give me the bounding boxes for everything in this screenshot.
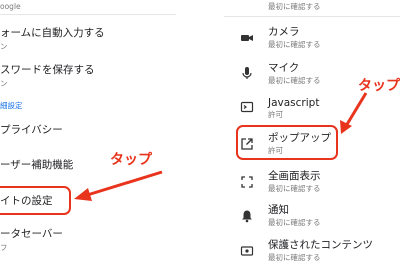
item-title: ォームに自動入力する bbox=[0, 27, 105, 39]
item-sub: 最初に確認する bbox=[268, 40, 321, 49]
tap-annotation-left: タップ bbox=[110, 152, 152, 168]
item-sub: 許可 bbox=[268, 110, 283, 119]
item-title: ーザー補助機能 bbox=[0, 159, 74, 171]
divider bbox=[0, 14, 176, 15]
item-title: 全画面表示 bbox=[268, 170, 321, 182]
item-sub: 最初に確認する bbox=[268, 76, 321, 85]
item-sub: ン bbox=[0, 79, 8, 88]
arrow-annotation-left bbox=[74, 170, 163, 201]
item-sub: 最初に確認する bbox=[268, 253, 321, 262]
item-sub: ン bbox=[0, 42, 8, 51]
item-sub: 最初に確認する bbox=[268, 184, 321, 193]
protected-content-icon bbox=[240, 244, 254, 258]
section-header-advanced: 細設定 bbox=[0, 101, 23, 110]
item-title: プライバシー bbox=[0, 124, 63, 136]
item-sub: フ bbox=[0, 243, 8, 252]
item-title: マイク bbox=[268, 62, 300, 74]
item-sub: 最初に確認する bbox=[268, 218, 321, 227]
item-title: 保護されたコンテンツ bbox=[268, 239, 373, 251]
bell-icon bbox=[240, 209, 254, 223]
mic-icon bbox=[240, 66, 254, 80]
camera-icon bbox=[240, 31, 254, 45]
arrow-annotation-right bbox=[340, 92, 368, 134]
top-sub: 最初に確認する bbox=[268, 2, 321, 11]
top-text: oogle bbox=[0, 2, 21, 11]
item-title: スワードを保存する bbox=[0, 64, 95, 76]
left-settings-panel: oogle ォームに自動入力する ン スワードを保存する ン 細設定 プライバシ… bbox=[0, 0, 176, 267]
javascript-icon bbox=[240, 100, 254, 114]
right-site-settings-panel: 最初に確認する カメラ 最初に確認する マイク 最初に確認する Javascri… bbox=[224, 0, 400, 267]
item-title: Javascript bbox=[268, 97, 320, 109]
divider bbox=[224, 16, 400, 17]
item-title: カメラ bbox=[268, 26, 300, 38]
item-title: ータセーバー bbox=[0, 228, 63, 240]
site-settings-highlight bbox=[0, 186, 71, 215]
item-title: 通知 bbox=[268, 204, 289, 216]
fullscreen-icon bbox=[240, 175, 254, 189]
popups-highlight bbox=[236, 125, 338, 160]
